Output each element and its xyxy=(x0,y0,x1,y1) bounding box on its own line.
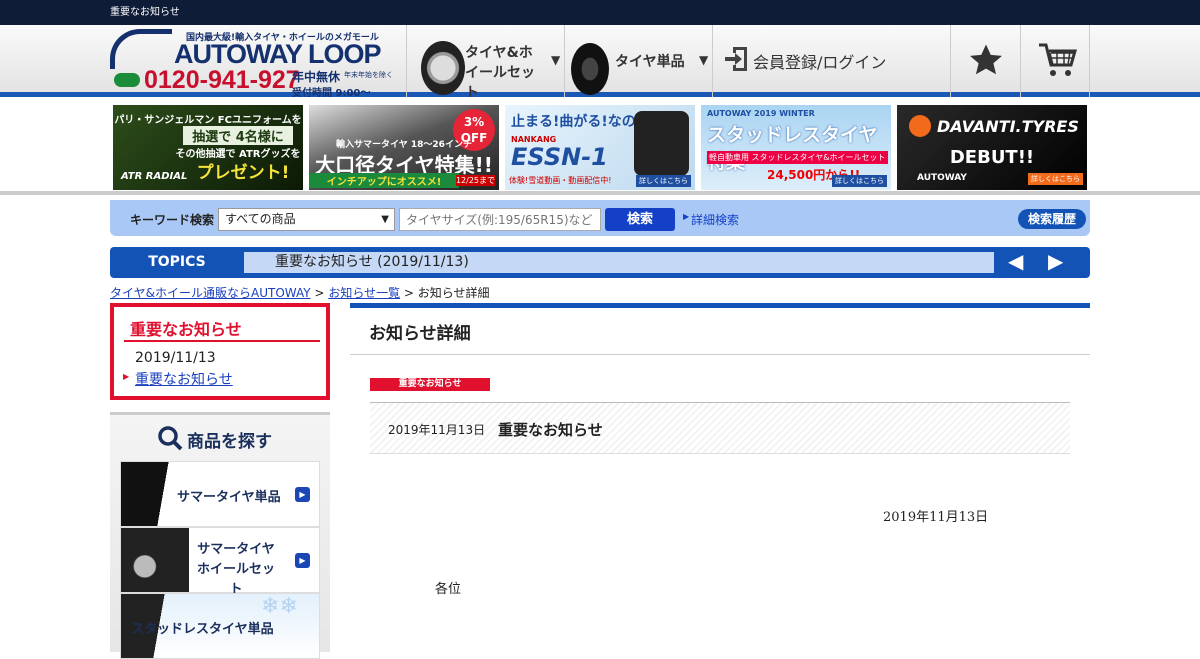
category-label: サマータイヤ ホイールセット xyxy=(196,542,275,597)
notice-tag: 重要なお知らせ xyxy=(370,378,490,391)
article-date: 2019年11月13日 xyxy=(388,423,486,437)
prev-arrow-icon[interactable]: ◀ xyxy=(1008,249,1023,273)
topics-label: TOPICS xyxy=(148,254,206,270)
holiday-note: 年末年始を除く xyxy=(344,71,393,79)
category-summer-tire[interactable]: サマータイヤ単品 ▶ xyxy=(120,461,320,527)
banner-text: パリ・サンジェルマン FCユニフォームを xyxy=(114,115,302,126)
search-history-button[interactable]: 検索履歴 xyxy=(1018,209,1086,229)
article-heading: 重要なお知らせ xyxy=(498,421,603,439)
open-days: 年中無休 xyxy=(292,70,341,84)
category-studless-tire[interactable]: ❄❄ スタッドレスタイヤ単品 xyxy=(120,593,320,659)
more-button[interactable]: 詳しくはこちら xyxy=(832,175,887,187)
banner-text: DEBUT!! xyxy=(949,147,1035,168)
arrow-right-icon: ▶ xyxy=(295,553,310,568)
banner-studless[interactable]: AUTOWAY 2019 WINTER スタッドレスタイヤ特集 軽自動車用 スタ… xyxy=(701,105,891,190)
advanced-search-link[interactable]: 詳細検索 xyxy=(691,211,739,228)
banner-text: プレゼント! xyxy=(196,163,290,183)
nav-login-label: 会員登録/ログイン xyxy=(753,53,887,72)
main-content: お知らせ詳細 重要なお知らせ 2019年11月13日 重要なお知らせ 2019年… xyxy=(350,303,1090,643)
more-button[interactable]: 詳しくはこちら xyxy=(636,175,691,187)
banner-carousel: パリ・サンジェルマン FCユニフォームを 抽選で 4名様に その他抽選で ATR… xyxy=(0,97,1200,195)
banner-shop: AUTOWAY xyxy=(917,173,967,183)
chevron-down-icon: ▼ xyxy=(381,214,389,225)
find-products-title: 商品を探す xyxy=(187,432,272,452)
sidebar: 重要なお知らせ 2019/11/13 ▶ 重要なお知らせ 商品を探す サマータイ… xyxy=(110,303,330,659)
site-header: 国内最大級!輸入タイヤ・ホイールのメガモール AUTOWAY LOOP 0120… xyxy=(0,25,1200,110)
chevron-down-icon: ▼ xyxy=(699,53,709,67)
banner-brand: DAVANTI.TYRES xyxy=(937,117,1079,136)
triangle-right-icon: ▶ xyxy=(123,372,130,381)
body-greeting: 各位 xyxy=(435,582,462,597)
category-label: サマータイヤ単品 xyxy=(177,490,281,505)
login-icon xyxy=(725,47,747,71)
chevron-down-icon: ▼ xyxy=(551,53,561,67)
notice-link[interactable]: 重要なお知らせ xyxy=(135,369,233,389)
topics-bar: TOPICS 重要なお知らせ (2019/11/13) ◀ ▶ xyxy=(110,247,1090,278)
notice-divider xyxy=(124,340,320,342)
category-select-value: すべての商品 xyxy=(225,212,296,226)
body-date: 2019年11月13日 xyxy=(883,510,989,525)
breadcrumb-list[interactable]: お知らせ一覧 xyxy=(328,286,400,300)
page-title: お知らせ詳細 xyxy=(350,308,1090,355)
nav-tire-single[interactable]: タイヤ単品 ▼ xyxy=(564,25,712,97)
search-bar: キーワード検索 すべての商品 ▼ 検索 ▶ 詳細検索 検索履歴 xyxy=(110,200,1090,236)
category-summer-set[interactable]: サマータイヤ ホイールセット ▶ xyxy=(120,527,320,597)
favorites-button[interactable] xyxy=(950,25,1020,97)
phone-number: 0120-941-927 xyxy=(144,66,300,94)
banner-model: ESSN-1 xyxy=(511,143,608,171)
category-select[interactable]: すべての商品 ▼ xyxy=(218,208,395,231)
next-arrow-icon[interactable]: ▶ xyxy=(1048,249,1063,273)
davanti-logo-icon xyxy=(909,115,931,137)
banner-text: AUTOWAY 2019 WINTER xyxy=(707,109,815,118)
breadcrumb-separator: > xyxy=(314,286,325,300)
nav-tire-single-label: タイヤ単品 xyxy=(615,54,685,70)
search-label: キーワード検索 xyxy=(130,213,215,227)
banner-nankang[interactable]: 止まる!曲がる!なのに格安!! NANKANG ESSN-1 体験!雪道動画・動… xyxy=(505,105,695,190)
banner-brand: ATR RADIAL xyxy=(121,171,188,182)
star-icon xyxy=(970,44,1002,75)
nav-tire-wheel-label: タイヤ&ホイールセット xyxy=(465,45,535,101)
arrow-right-icon: ▶ xyxy=(295,487,310,502)
nav-tire-wheel-set[interactable]: タイヤ&ホイールセット ▼ xyxy=(406,25,564,101)
breadcrumb: タイヤ&ホイール通販ならAUTOWAY > お知らせ一覧 > お知らせ詳細 xyxy=(110,284,490,301)
banner-text: インチアップにオススメ! xyxy=(309,173,459,188)
cart-button[interactable] xyxy=(1020,25,1090,97)
nav-login[interactable]: 会員登録/ログイン xyxy=(712,25,950,97)
banner-atr[interactable]: パリ・サンジェルマン FCユニフォームを 抽選で 4名様に その他抽選で ATR… xyxy=(113,105,303,190)
banner-large-tire[interactable]: 3% OFF 輸入サマータイヤ 18〜26インチ 大口径タイヤ特集!! インチア… xyxy=(309,105,499,190)
freedial-icon xyxy=(114,73,140,87)
banner-text: 軽自動車用 スタッドレスタイヤ&ホイールセット xyxy=(707,151,888,164)
tire-image xyxy=(634,111,689,176)
search-button[interactable]: 検索 xyxy=(605,208,675,231)
snowflake-icon: ❄❄ xyxy=(261,594,298,619)
site-logo[interactable]: 国内最大級!輸入タイヤ・ホイールのメガモール AUTOWAY LOOP 0120… xyxy=(110,27,400,110)
banner-text: 抽選で 4名様に xyxy=(183,126,293,145)
notice-date: 2019/11/13 xyxy=(135,350,216,366)
notice-box-title: 重要なお知らせ xyxy=(130,320,242,339)
banner-date: 12/25まで xyxy=(455,175,495,186)
top-bar: 重要なお知らせ xyxy=(0,0,1200,25)
wheel-image xyxy=(121,528,189,592)
top-notice-link[interactable]: 重要なお知らせ xyxy=(110,7,180,18)
topics-ticker[interactable]: 重要なお知らせ (2019/11/13) xyxy=(244,252,994,273)
more-button[interactable]: 詳しくはこちら xyxy=(1028,173,1083,185)
wheel-icon xyxy=(421,41,465,95)
article-header: 2019年11月13日 重要なお知らせ xyxy=(370,402,1070,454)
breadcrumb-home[interactable]: タイヤ&ホイール通販ならAUTOWAY xyxy=(110,286,311,300)
banner-text: 体験!雪道動画・動画配信中! xyxy=(509,176,612,185)
tire-icon xyxy=(571,43,609,95)
triangle-right-icon: ▶ xyxy=(683,212,690,221)
banner-davanti[interactable]: DAVANTI.TYRES DEBUT!! AUTOWAY 詳しくはこちら xyxy=(897,105,1087,190)
category-label: スタッドレスタイヤ単品 xyxy=(131,622,274,637)
search-input[interactable] xyxy=(399,208,601,231)
notice-box: 重要なお知らせ 2019/11/13 ▶ 重要なお知らせ xyxy=(110,303,330,400)
find-products-box: 商品を探す サマータイヤ単品 ▶ サマータイヤ ホイールセット ▶ ❄❄ スタッ… xyxy=(110,412,330,659)
breadcrumb-separator: > xyxy=(403,286,414,300)
breadcrumb-current: お知らせ詳細 xyxy=(417,286,490,300)
cart-icon xyxy=(1039,43,1077,76)
search-icon xyxy=(158,426,183,451)
logo-road-mark xyxy=(110,29,172,69)
